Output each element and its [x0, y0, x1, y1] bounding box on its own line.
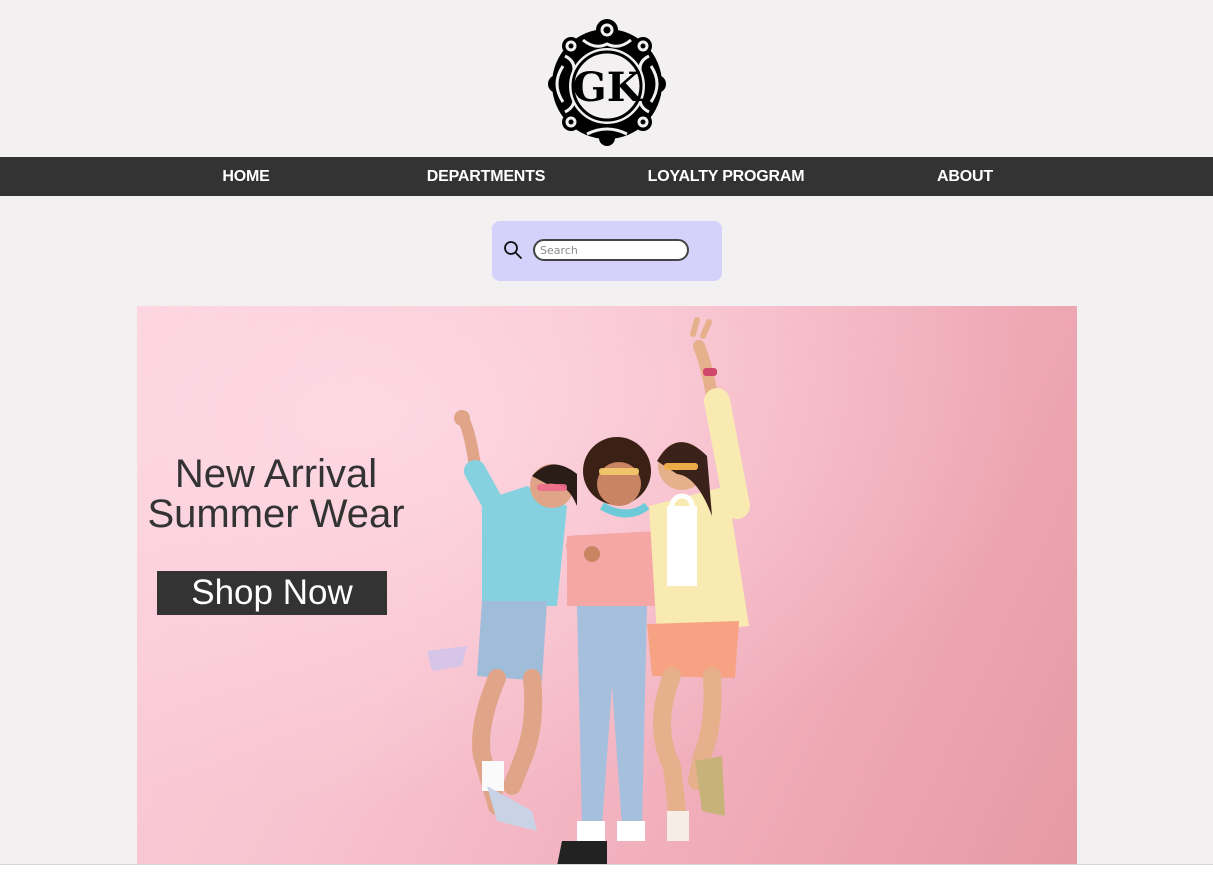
shop-now-button[interactable]: Shop Now	[157, 571, 387, 615]
nav-item-about[interactable]: About	[915, 157, 1015, 196]
hero-heading-line-2: Summer Wear	[147, 492, 405, 536]
nav-item-home[interactable]: Home	[186, 157, 306, 196]
main-nav: Home Departments Loyalty Program About	[0, 157, 1213, 196]
logo-monogram: GK	[572, 64, 642, 111]
search-input[interactable]	[533, 239, 689, 261]
search-panel	[492, 221, 722, 281]
gk-logo[interactable]: GK	[543, 16, 671, 146]
hero-heading-line-1: New Arrival	[174, 452, 378, 496]
header-logo-area: GK	[0, 0, 1213, 157]
hero-heading: New Arrival Summer Wear	[137, 454, 415, 534]
search-icon[interactable]	[503, 240, 523, 260]
nav-item-loyalty-program[interactable]: Loyalty Program	[640, 157, 812, 196]
nav-item-departments[interactable]: Departments	[416, 157, 556, 196]
hero-banner: New Arrival Summer Wear Shop Now	[137, 306, 1077, 866]
